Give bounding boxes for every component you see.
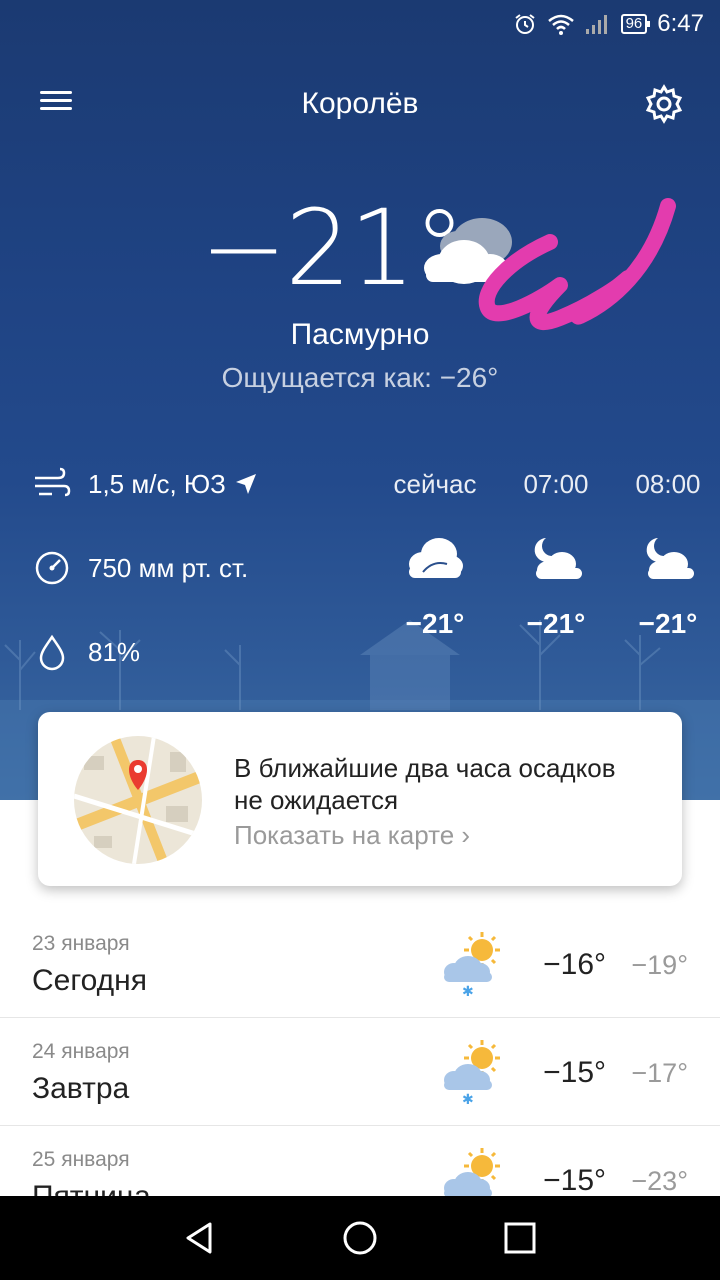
- forecast-max: −15°: [543, 1164, 606, 1196]
- forecast-row[interactable]: 24 января Завтра ✱ −15° −17°: [0, 1018, 720, 1126]
- hourly-time: 07:00: [523, 469, 589, 499]
- wind-direction-arrow-icon: [235, 474, 256, 494]
- gear-icon[interactable]: [642, 82, 686, 126]
- forecast-date: 24 января: [32, 1040, 130, 1063]
- forecast-row[interactable]: 25 января Пятница −15° −23°: [0, 1126, 720, 1196]
- back-icon[interactable]: [178, 1216, 222, 1260]
- moon-cloud-icon: [646, 538, 694, 579]
- wifi-icon: [547, 14, 574, 35]
- hourly-forecast: сейчас −21° 07:00 −21° 08:00 −21°: [360, 460, 720, 690]
- map-thumbnail[interactable]: [74, 736, 202, 864]
- forecast-max: −15°: [543, 1056, 606, 1089]
- humidity-row: 81%: [32, 628, 372, 676]
- hourly-time: сейчас: [393, 469, 477, 499]
- pressure-value: 750 мм рт. ст.: [88, 552, 249, 583]
- system-nav-bar: [0, 1196, 720, 1280]
- forecast-date: 23 января: [32, 932, 130, 955]
- svg-text:✱: ✱: [462, 1092, 474, 1106]
- forecast-date: 25 января: [32, 1148, 130, 1171]
- forecast-day: Завтра: [32, 1072, 130, 1105]
- pressure-gauge-icon: [35, 551, 69, 585]
- hourly-temp: −21°: [526, 608, 586, 639]
- sun-cloud-icon: [444, 1148, 500, 1196]
- forecast-day: Сегодня: [32, 964, 147, 997]
- status-bar: 96 6:47: [0, 0, 720, 48]
- hourly-item[interactable]: 08:00 −21°: [608, 460, 720, 640]
- alarm-icon: [514, 14, 535, 34]
- wind-value: 1,5 м/с, ЮЗ: [88, 468, 226, 499]
- forecast-min: −23°: [631, 1166, 688, 1196]
- feels-like-text: Ощущается как: −26°: [221, 362, 499, 393]
- recents-icon[interactable]: [498, 1216, 542, 1260]
- sun-cloud-snow-icon: ✱: [444, 1040, 500, 1106]
- pressure-row: 750 мм рт. ст.: [32, 544, 372, 592]
- hourly-temp: −21°: [638, 608, 698, 639]
- wind-row: 1,5 м/с, ЮЗ: [32, 460, 372, 508]
- hourly-item[interactable]: сейчас −21°: [375, 460, 495, 640]
- forecast-row[interactable]: 23 января Сегодня ✱ −16° −19°: [0, 910, 720, 1018]
- battery-icon: 96: [620, 14, 650, 34]
- forecast-max: −16°: [543, 948, 606, 981]
- condition-text: Пасмурно: [290, 318, 430, 351]
- sun-cloud-snow-icon: ✱: [444, 932, 500, 998]
- hourly-temp: −21°: [405, 608, 465, 639]
- moon-cloud-icon: [534, 538, 582, 579]
- top-bar: Королёв: [0, 70, 720, 140]
- status-time: 6:47: [657, 10, 704, 37]
- humidity-value: 81%: [88, 636, 141, 667]
- forecast-min: −17°: [631, 1058, 688, 1088]
- show-on-map-link[interactable]: Показать на карте ›: [234, 820, 470, 851]
- home-icon[interactable]: [338, 1216, 382, 1260]
- hourly-time: 08:00: [635, 469, 701, 499]
- svg-text:✱: ✱: [462, 984, 474, 998]
- forecast-min: −19°: [631, 950, 688, 980]
- cloudy-icon: [409, 538, 463, 578]
- wind-icon: [35, 467, 71, 497]
- humidity-drop-icon: [39, 634, 65, 671]
- hourly-item[interactable]: 07:00 −21°: [496, 460, 616, 640]
- cellular-signal-icon: [585, 15, 607, 34]
- forecast-day: Пятница: [32, 1180, 151, 1196]
- nowcast-title: В ближайшие два часа осадков не ожидаетс…: [234, 753, 616, 815]
- nowcast-card[interactable]: В ближайшие два часа осадков не ожидаетс…: [38, 712, 682, 886]
- city-title[interactable]: Королёв: [0, 87, 720, 121]
- daily-forecast-list: 23 января Сегодня ✱ −16° −19° 24 января …: [0, 910, 720, 1196]
